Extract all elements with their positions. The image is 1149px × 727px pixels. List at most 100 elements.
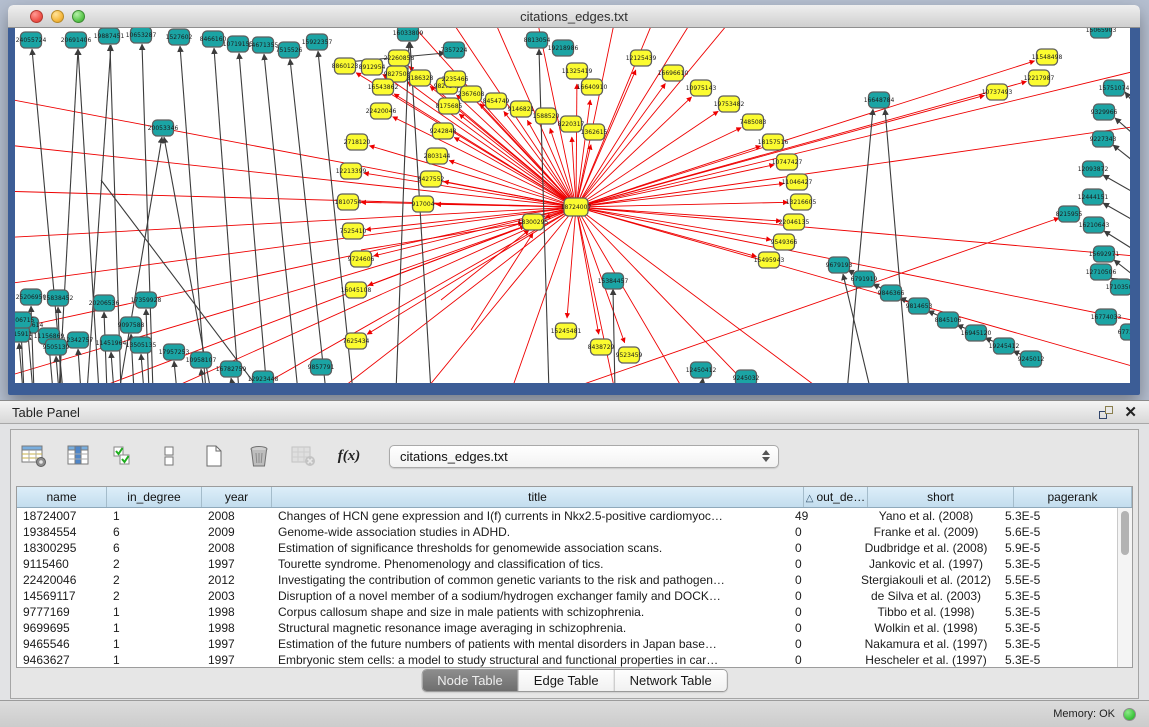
graph-node-label: 24055724	[16, 37, 47, 44]
column-header-title[interactable]: title	[272, 487, 804, 507]
graph-edge[interactable]	[111, 352, 114, 383]
graph-node-label: 19887451	[94, 33, 125, 40]
graph-edge[interactable]	[15, 140, 576, 207]
tab-network-table[interactable]: Network Table	[615, 670, 727, 691]
graph-edge[interactable]	[576, 207, 1130, 260]
graph-edge[interactable]	[501, 207, 576, 383]
graph-edge[interactable]	[1113, 145, 1130, 172]
column-header-pagerank[interactable]: pagerank	[1014, 487, 1132, 507]
table-row[interactable]: 946362711997Embryonic stem cells: a mode…	[17, 652, 1117, 667]
desktop: citations_edges.txt 88601238912954222608…	[0, 0, 1149, 727]
table-cell: Wolkin et al. (1998)	[853, 620, 999, 636]
table-row[interactable]: 1938455462009Genome-wide association stu…	[17, 524, 1117, 540]
table-row[interactable]: 911546021997Tourette syndrome. Phenomeno…	[17, 556, 1117, 572]
graph-edge[interactable]	[576, 207, 756, 257]
graph-node-label: 2367608	[458, 91, 485, 98]
graph-edge[interactable]	[613, 289, 615, 383]
table-row[interactable]: 1456911722003Disruption of a novel membe…	[17, 588, 1117, 604]
graph-edge[interactable]	[1125, 92, 1130, 120]
close-panel-icon[interactable]: ✕	[1124, 403, 1137, 421]
graph-edge[interactable]	[396, 42, 409, 383]
graph-edge[interactable]	[576, 120, 1130, 207]
graph-edge[interactable]	[231, 378, 234, 383]
graph-edge[interactable]	[1115, 118, 1130, 146]
graph-node-label: 16774033	[1091, 314, 1122, 321]
graph-edge[interactable]	[885, 109, 909, 383]
graph-edge[interactable]	[567, 207, 576, 318]
network-window-titlebar[interactable]: citations_edges.txt	[8, 5, 1140, 28]
graph-edge[interactable]	[459, 114, 576, 207]
graph-edge[interactable]	[141, 354, 144, 383]
graph-edge[interactable]	[174, 361, 177, 383]
vertical-scrollbar[interactable]	[1117, 508, 1132, 667]
select-all-icon[interactable]	[109, 442, 139, 470]
graph-edge[interactable]	[576, 28, 756, 207]
table-row[interactable]: 977716911998Corpus callosum shape and si…	[17, 604, 1117, 620]
table-row[interactable]: 1830029562008Estimation of significance …	[17, 540, 1117, 556]
graph-node-label: 12217987	[1024, 75, 1055, 82]
graph-edge[interactable]	[87, 45, 111, 383]
memory-status-indicator[interactable]	[1123, 708, 1136, 721]
table-row[interactable]: 2242004622012Investigating the contribut…	[17, 572, 1117, 588]
graph-edge[interactable]	[847, 109, 873, 383]
column-header-year[interactable]: year	[202, 487, 272, 507]
network-canvas[interactable]: 8860123891295422260858982750881863281654…	[15, 28, 1130, 383]
graph-edge[interactable]	[576, 95, 984, 207]
graph-edge[interactable]	[180, 46, 206, 383]
table-cell: 1	[107, 508, 202, 524]
graph-edge[interactable]	[576, 207, 1130, 330]
graph-edge[interactable]	[576, 207, 781, 221]
table-options-icon[interactable]	[19, 442, 49, 470]
graph-node-label: 8912954	[359, 64, 386, 71]
graph-node-label: 7357224	[441, 47, 468, 54]
graph-node-label: 2235466	[442, 76, 469, 83]
column-header-short[interactable]: short	[868, 487, 1014, 507]
graph-node-label: 7515526	[276, 47, 303, 54]
table-row[interactable]: 1872400712008Changes of HCN gene express…	[17, 508, 1117, 524]
table-cell: 5.6E-5	[999, 524, 1117, 540]
graph-edge[interactable]	[110, 45, 121, 383]
tab-node-table[interactable]: Node Table	[422, 670, 519, 691]
graph-edge[interactable]	[214, 48, 239, 383]
table-cell: 5.3E-5	[999, 588, 1117, 604]
column-header-out_de[interactable]: △out_de…	[804, 487, 868, 507]
graph-node-label: 9329966	[1091, 109, 1118, 116]
status-bar: Memory: OK	[0, 700, 1149, 727]
table-cell: 2012	[202, 572, 272, 588]
tab-edge-table[interactable]: Edge Table	[519, 670, 615, 691]
column-header-name[interactable]: name	[17, 487, 107, 507]
graph-edge[interactable]	[201, 207, 576, 383]
graph-edge[interactable]	[701, 378, 703, 383]
float-panel-icon[interactable]	[1099, 406, 1113, 419]
graph-edge[interactable]	[454, 137, 576, 207]
citation-network-graph[interactable]: 8860123891295422260858982750881863281654…	[15, 28, 1130, 383]
graph-edge[interactable]	[576, 207, 781, 383]
graph-node-label: 10975143	[686, 85, 717, 92]
graph-edge[interactable]	[142, 44, 153, 383]
column-header-in_degree[interactable]: in_degree	[107, 487, 202, 507]
table-select-dropdown[interactable]: citations_edges.txt	[389, 445, 779, 468]
graph-edge[interactable]	[56, 356, 59, 383]
table-body: 1872400712008Changes of HCN gene express…	[17, 508, 1117, 667]
scrollbar-thumb[interactable]	[1121, 511, 1129, 555]
graph-node-label: 16543862	[368, 84, 399, 91]
row-selection-icon[interactable]	[154, 442, 184, 470]
table-row[interactable]: 969969511998Structural magnetic resonanc…	[17, 620, 1117, 636]
table-cell: Disruption of a novel member of a sodium…	[272, 588, 789, 604]
graph-node-label: 10747427	[772, 159, 803, 166]
show-columns-icon[interactable]	[64, 442, 94, 470]
table-cell: 1997	[202, 556, 272, 572]
table-cell: Stergiakouli et al. (2012)	[853, 572, 999, 588]
table-cell: 5.9E-5	[999, 540, 1117, 556]
table-cell: 0	[789, 604, 853, 620]
graph-edge[interactable]	[201, 369, 204, 383]
table-row[interactable]: 946554611997Estimation of the future num…	[17, 636, 1117, 652]
table-cell: 1998	[202, 604, 272, 620]
graph-edge[interactable]	[15, 190, 576, 207]
graph-edge[interactable]	[576, 84, 577, 207]
table-cell: 2008	[202, 540, 272, 556]
delete-table-icon[interactable]	[244, 442, 274, 470]
new-table-icon[interactable]	[199, 442, 229, 470]
function-builder-icon[interactable]: f(x)	[334, 442, 364, 470]
graph-edge[interactable]	[369, 146, 576, 207]
